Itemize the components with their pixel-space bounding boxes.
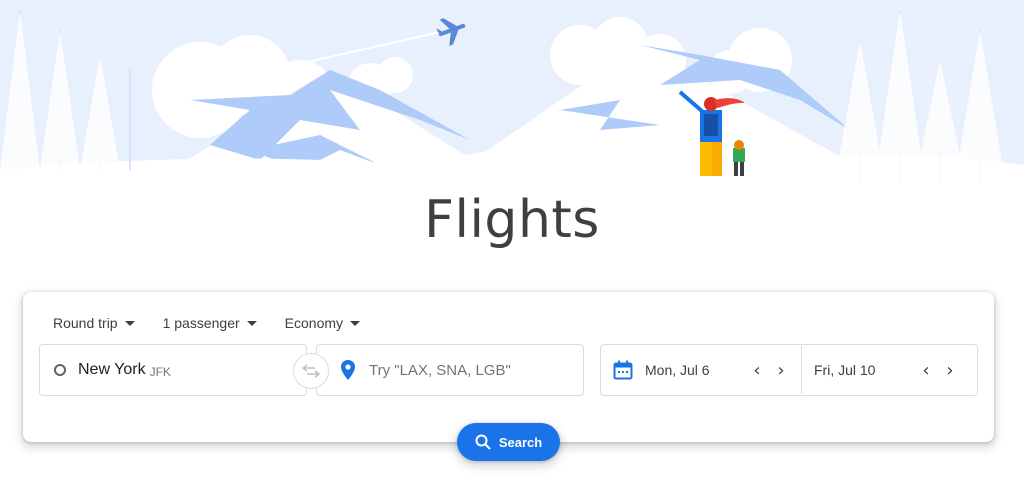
date-divider <box>801 346 802 394</box>
circle-icon <box>54 364 66 376</box>
caret-down-icon <box>246 320 257 326</box>
hero-illustration <box>0 0 1024 200</box>
origin-code: JFK <box>149 364 171 379</box>
search-label: Search <box>498 434 543 450</box>
destination-field[interactable]: Try "LAX, SNA, LGB" <box>316 344 584 396</box>
depart-date-nav: ‹ › <box>745 360 793 381</box>
depart-date[interactable]: Mon, Jul 6 <box>645 362 745 378</box>
trip-type-dropdown[interactable]: Round trip <box>53 312 135 334</box>
swap-icon <box>302 364 320 378</box>
caret-down-icon <box>124 320 135 326</box>
cabin-class-dropdown[interactable]: Economy <box>284 312 361 334</box>
flight-search-card: Round trip 1 passenger Economy New York … <box>23 292 994 461</box>
page-title: Flights <box>424 190 600 250</box>
return-date[interactable]: Fri, Jul 10 <box>814 362 914 378</box>
chevron-left-icon[interactable]: ‹ <box>914 360 938 381</box>
search-options: Round trip 1 passenger Economy <box>53 312 388 334</box>
swap-button[interactable] <box>293 353 329 389</box>
calendar-icon <box>613 360 633 380</box>
caret-down-icon <box>350 320 361 326</box>
location-pin-icon <box>341 360 355 380</box>
search-icon <box>475 434 491 450</box>
destination-placeholder: Try "LAX, SNA, LGB" <box>369 361 511 379</box>
origin-city: New York <box>78 361 146 378</box>
dates-field: Mon, Jul 6 ‹ › Fri, Jul 10 ‹ › <box>600 344 978 396</box>
passengers-dropdown[interactable]: 1 passenger <box>163 312 257 334</box>
chevron-right-icon[interactable]: › <box>938 360 962 381</box>
trip-type-label: Round trip <box>53 315 118 331</box>
return-date-nav: ‹ › <box>914 360 962 381</box>
search-button[interactable]: Search <box>457 423 560 461</box>
chevron-right-icon[interactable]: › <box>769 360 793 381</box>
cabin-class-label: Economy <box>284 315 344 331</box>
passengers-label: 1 passenger <box>162 315 240 331</box>
chevron-left-icon[interactable]: ‹ <box>745 360 769 381</box>
origin-field[interactable]: New York JFK <box>39 344 307 396</box>
